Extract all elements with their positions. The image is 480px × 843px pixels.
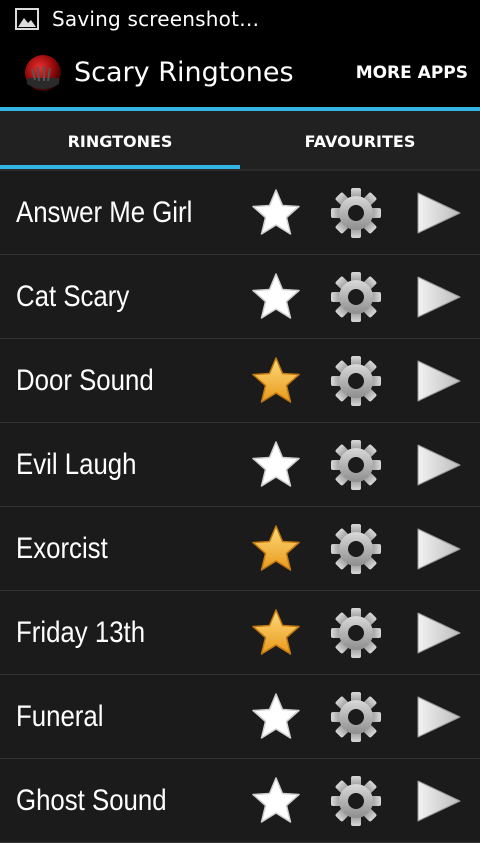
ringtone-name: Ghost Sound bbox=[16, 784, 167, 817]
tab-bar: RINGTONES FAVOURITES bbox=[0, 111, 480, 171]
play-icon[interactable] bbox=[411, 438, 465, 492]
favorite-star-icon[interactable] bbox=[249, 690, 303, 744]
gear-icon[interactable] bbox=[329, 186, 383, 240]
app-title: Scary Ringtones bbox=[74, 57, 294, 88]
ringtone-name: Answer Me Girl bbox=[16, 196, 193, 229]
play-icon[interactable] bbox=[411, 186, 465, 240]
gear-icon[interactable] bbox=[329, 354, 383, 408]
favorite-star-icon[interactable] bbox=[249, 270, 303, 324]
more-apps-button[interactable]: MORE APPS bbox=[356, 38, 468, 107]
status-bar: Saving screenshot… bbox=[0, 0, 480, 38]
list-item[interactable]: Ghost Sound bbox=[0, 759, 480, 843]
list-item[interactable]: Funeral bbox=[0, 675, 480, 759]
play-icon[interactable] bbox=[411, 606, 465, 660]
play-icon[interactable] bbox=[411, 270, 465, 324]
ringtone-name: Exorcist bbox=[16, 532, 108, 565]
gear-icon[interactable] bbox=[329, 774, 383, 828]
list-item[interactable]: Exorcist bbox=[0, 507, 480, 591]
image-icon bbox=[15, 8, 39, 30]
ringtone-name: Evil Laugh bbox=[16, 448, 137, 481]
play-icon[interactable] bbox=[411, 774, 465, 828]
action-bar: Scary Ringtones MORE APPS bbox=[0, 38, 480, 107]
favorite-star-icon[interactable] bbox=[249, 774, 303, 828]
list-item[interactable]: Answer Me Girl bbox=[0, 171, 480, 255]
list-item[interactable]: Cat Scary bbox=[0, 255, 480, 339]
gear-icon[interactable] bbox=[329, 270, 383, 324]
tab-favourites[interactable]: FAVOURITES bbox=[240, 111, 480, 171]
favorite-star-filled-icon[interactable] bbox=[249, 522, 303, 576]
gear-icon[interactable] bbox=[329, 606, 383, 660]
play-icon[interactable] bbox=[411, 690, 465, 744]
app-logo-icon[interactable] bbox=[24, 54, 62, 92]
favorite-star-filled-icon[interactable] bbox=[249, 354, 303, 408]
play-icon[interactable] bbox=[411, 354, 465, 408]
favorite-star-icon[interactable] bbox=[249, 438, 303, 492]
ringtone-name: Cat Scary bbox=[16, 280, 130, 313]
ringtone-name: Door Sound bbox=[16, 364, 154, 397]
status-notification-text: Saving screenshot… bbox=[52, 7, 260, 31]
favorite-star-filled-icon[interactable] bbox=[249, 606, 303, 660]
ringtone-name: Funeral bbox=[16, 700, 104, 733]
tab-favourites-label: FAVOURITES bbox=[304, 131, 416, 151]
tab-ringtones[interactable]: RINGTONES bbox=[0, 111, 240, 171]
play-icon[interactable] bbox=[411, 522, 465, 576]
list-item[interactable]: Door Sound bbox=[0, 339, 480, 423]
gear-icon[interactable] bbox=[329, 522, 383, 576]
gear-icon[interactable] bbox=[329, 438, 383, 492]
gear-icon[interactable] bbox=[329, 690, 383, 744]
list-item[interactable]: Friday 13th bbox=[0, 591, 480, 675]
favorite-star-icon[interactable] bbox=[249, 186, 303, 240]
list-item[interactable]: Evil Laugh bbox=[0, 423, 480, 507]
tab-ringtones-label: RINGTONES bbox=[67, 131, 173, 151]
ringtone-name: Friday 13th bbox=[16, 616, 146, 649]
ringtone-list: Answer Me Girl Cat Scary Door Sound Evil La… bbox=[0, 171, 480, 843]
